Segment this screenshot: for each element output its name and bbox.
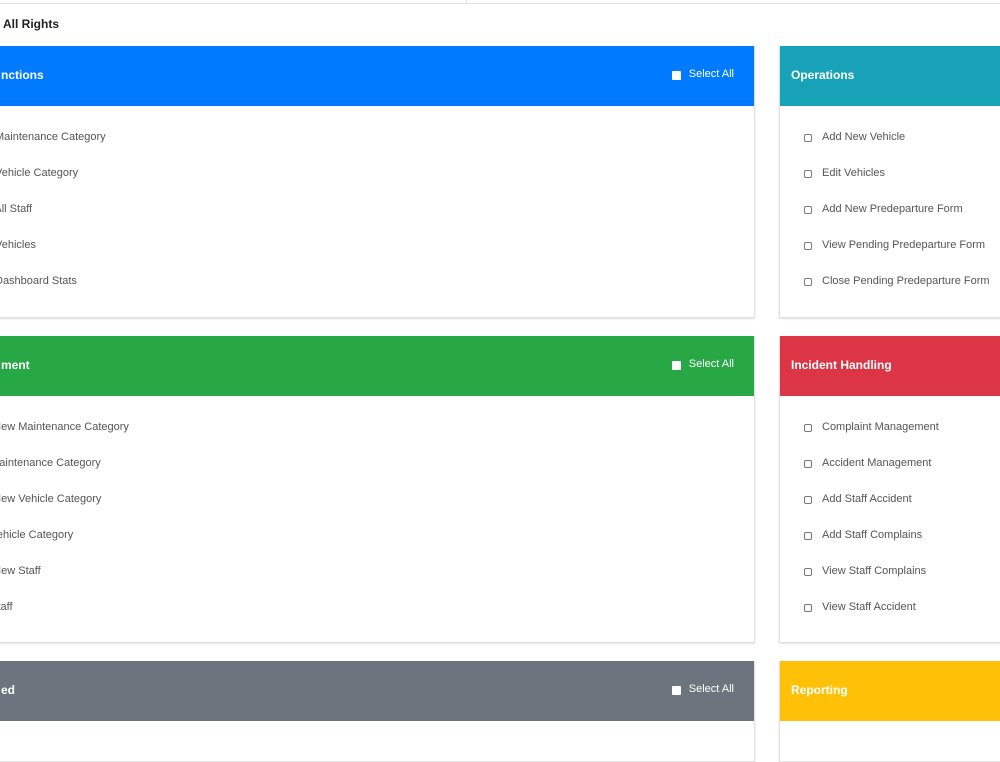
permission-item[interactable]: t Staff <box>0 599 754 619</box>
permission-item[interactable]: Add New Vehicle <box>780 129 1000 149</box>
functions-select-all[interactable]: Select All <box>671 68 734 80</box>
permission-label: t Maintenance Category <box>0 457 101 469</box>
permission-checkbox[interactable] <box>804 170 812 178</box>
permission-item[interactable]: d New Maintenance Category <box>0 419 754 439</box>
management-select-all[interactable]: Select All <box>671 358 734 370</box>
permission-item[interactable]: d New Staff <box>0 563 754 583</box>
operations-card: Operations Add New Vehicle Edit Vehicles… <box>779 46 1000 318</box>
permission-checkbox[interactable] <box>804 134 812 142</box>
permission-checkbox[interactable] <box>804 496 812 504</box>
select-all-label: Select All <box>688 68 734 80</box>
permission-checkbox[interactable] <box>804 460 812 468</box>
permission-label: View Staff Accident <box>822 601 916 613</box>
permission-label: Complaint Management <box>822 421 939 433</box>
management-select-all-checkbox[interactable] <box>671 360 681 370</box>
top-border <box>0 0 1000 4</box>
advanced-card-title: ed <box>1 683 16 697</box>
select-all-label: Select All <box>688 683 734 695</box>
management-card-title: ment <box>1 358 30 372</box>
permission-label: Add New Vehicle <box>822 131 906 143</box>
permission-item[interactable]: View Staff Accident <box>780 599 1000 619</box>
advanced-select-all[interactable]: Select All <box>671 683 734 695</box>
permission-item[interactable]: View Pending Predeparture Form <box>780 237 1000 257</box>
permission-label: t Vehicle Category <box>0 529 74 541</box>
permission-label: View Pending Predeparture Form <box>822 239 986 251</box>
reporting-card-title: Reporting <box>791 683 848 697</box>
permission-label: View Staff Complains <box>822 565 927 577</box>
permission-item[interactable]: w Maintenance Category <box>0 129 754 149</box>
advanced-select-all-checkbox[interactable] <box>671 685 681 695</box>
permission-label: w Vehicle Category <box>0 167 79 179</box>
permission-label: w Vehicles <box>0 239 36 251</box>
permission-label: Add New Predeparture Form <box>822 203 963 215</box>
permission-item[interactable]: Add Staff Complains <box>780 527 1000 547</box>
reporting-card-header: Reporting <box>780 661 1000 721</box>
permission-item[interactable]: Edit Vehicles <box>780 165 1000 185</box>
incident-handling-card: Incident Handling Complaint Management A… <box>779 336 1000 643</box>
permission-item[interactable]: Complaint Management <box>780 419 1000 439</box>
page-title: All Rights <box>3 17 59 31</box>
permission-label: w All Staff <box>0 203 33 215</box>
top-divider <box>466 0 467 3</box>
reporting-card: Reporting <box>779 661 1000 762</box>
permission-item[interactable]: t Maintenance Category <box>0 455 754 475</box>
permission-label: w Maintenance Category <box>0 131 106 143</box>
permission-item[interactable]: w Dashboard Stats <box>0 273 754 293</box>
permission-checkbox[interactable] <box>804 604 812 612</box>
permission-label: Add Staff Accident <box>822 493 912 505</box>
permission-label: Add Staff Complains <box>822 529 923 541</box>
permission-label: w Dashboard Stats <box>0 275 77 287</box>
permission-item[interactable]: w All Staff <box>0 201 754 221</box>
management-card-header: ment Select All <box>0 336 754 396</box>
functions-card-title: nctions <box>1 68 44 82</box>
functions-select-all-checkbox[interactable] <box>671 70 681 80</box>
operations-card-header: Operations <box>780 46 1000 106</box>
operations-card-title: Operations <box>791 68 855 82</box>
permission-item[interactable]: w Vehicle Category <box>0 165 754 185</box>
advanced-card-header: ed Select All <box>0 661 754 721</box>
permission-label: Accident Management <box>822 457 932 469</box>
permission-checkbox[interactable] <box>804 278 812 286</box>
permission-label: Edit Vehicles <box>822 167 885 179</box>
permission-item[interactable]: Close Pending Predeparture Form <box>780 273 1000 293</box>
functions-card-header: nctions Select All <box>0 46 754 106</box>
permission-item[interactable]: Accident Management <box>780 455 1000 475</box>
permission-label: d New Vehicle Category <box>0 493 102 505</box>
permission-item[interactable]: t Vehicle Category <box>0 527 754 547</box>
permission-label: Close Pending Predeparture Form <box>822 275 990 287</box>
permission-label: d New Staff <box>0 565 41 577</box>
permission-checkbox[interactable] <box>804 206 812 214</box>
permission-checkbox[interactable] <box>804 242 812 250</box>
functions-card: nctions Select All w Maintenance Categor… <box>0 46 755 318</box>
permission-checkbox[interactable] <box>804 532 812 540</box>
incident-handling-card-title: Incident Handling <box>791 358 892 372</box>
permission-item[interactable]: d New Vehicle Category <box>0 491 754 511</box>
advanced-card: ed Select All <box>0 661 755 762</box>
permission-item[interactable]: w Vehicles <box>0 237 754 257</box>
permission-label: t Staff <box>0 601 13 613</box>
permission-item[interactable]: Add New Predeparture Form <box>780 201 1000 221</box>
permission-checkbox[interactable] <box>804 568 812 576</box>
management-card: ment Select All d New Maintenance Catego… <box>0 336 755 643</box>
select-all-label: Select All <box>688 358 734 370</box>
incident-handling-card-header: Incident Handling <box>780 336 1000 396</box>
permission-item[interactable]: Add Staff Accident <box>780 491 1000 511</box>
permission-label: d New Maintenance Category <box>0 421 129 433</box>
permission-item[interactable]: View Staff Complains <box>780 563 1000 583</box>
permission-checkbox[interactable] <box>804 424 812 432</box>
